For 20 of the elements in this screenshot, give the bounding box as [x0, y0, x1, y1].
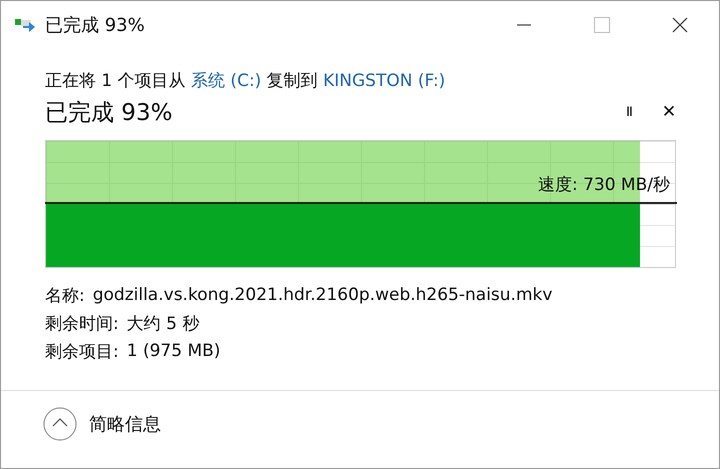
details-toggle[interactable]: 简略信息	[43, 407, 161, 441]
detail-label: 剩余项目:	[45, 340, 119, 362]
chevron-icon	[43, 407, 77, 441]
drive-link[interactable]: 系统 (C:)	[191, 71, 262, 91]
detail-value: godzilla.vs.kong.2021.hdr.2160p.web.h265-naisu.mkv	[92, 285, 552, 305]
progress-heading: 已完成 93%	[45, 98, 174, 128]
close-icon	[672, 17, 688, 33]
detail-label: 剩余时间:	[45, 312, 119, 334]
minimize-icon	[517, 24, 531, 26]
drive-link[interactable]: KINGSTON (F:)	[323, 71, 446, 91]
pause-button[interactable]: II	[609, 97, 649, 127]
maximize-icon	[594, 17, 610, 33]
copy-icon	[15, 17, 37, 33]
copy-summary: 正在将 1 个项目从 系统 (C:) 复制到 KINGSTON (F:)	[45, 70, 446, 92]
detail-value: 1 (975 MB)	[126, 341, 220, 361]
window-title: 已完成 93%	[45, 14, 146, 37]
cancel-button[interactable]: ✕	[649, 97, 689, 127]
speed-label: 速度: 730 MB/秒	[538, 174, 670, 196]
detail-label: 名称:	[45, 284, 85, 306]
detail-value: 大约 5 秒	[126, 312, 200, 334]
